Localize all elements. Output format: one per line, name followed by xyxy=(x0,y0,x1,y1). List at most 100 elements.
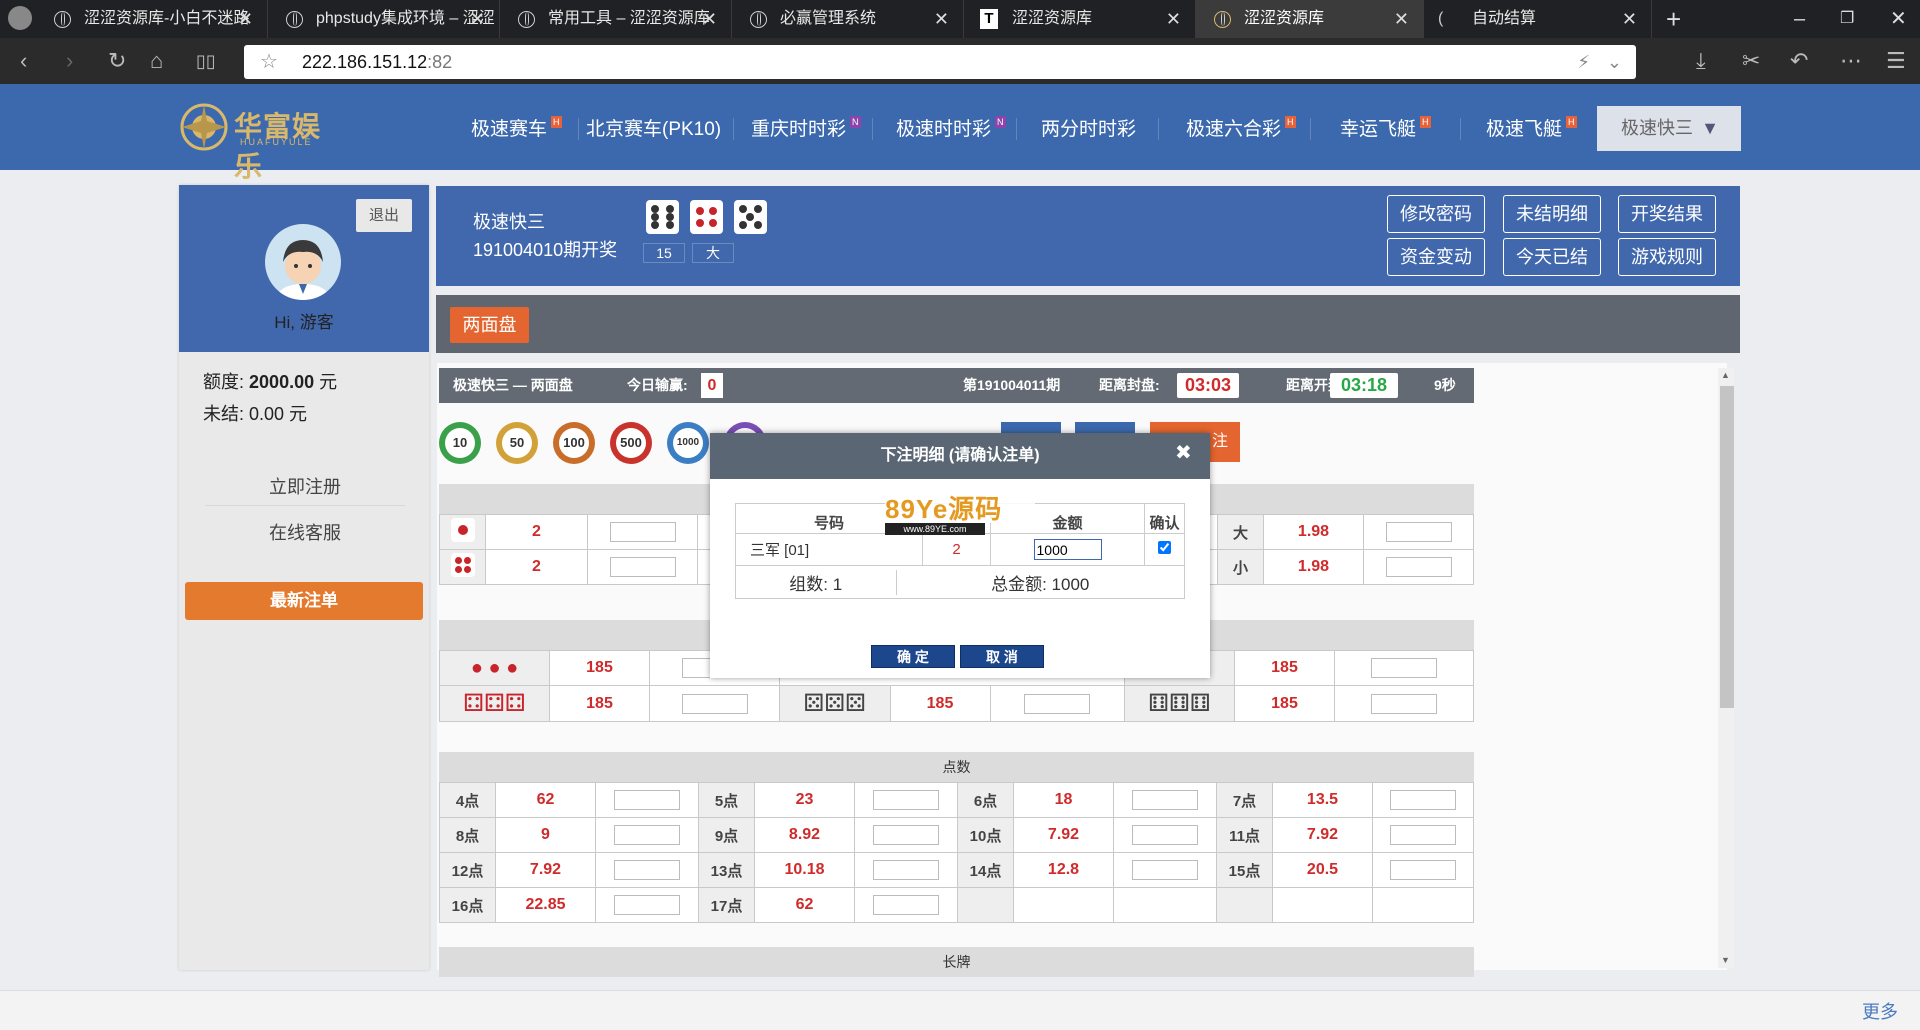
chip-50[interactable]: 50 xyxy=(496,422,538,464)
amount-input[interactable] xyxy=(1024,693,1091,714)
star-icon[interactable]: ☆ xyxy=(260,45,278,79)
amount-input[interactable] xyxy=(1385,557,1452,577)
amount-input[interactable] xyxy=(614,895,680,915)
browser-tab-4[interactable]: 必赢管理系统 ✕ xyxy=(732,0,964,38)
confirm-cell[interactable] xyxy=(1144,533,1185,566)
fund-changes-button[interactable]: 资金变动 xyxy=(1387,238,1485,276)
refresh-countdown[interactable]: 9秒 xyxy=(1434,368,1456,403)
amount-input[interactable] xyxy=(1390,790,1456,810)
menu-item-chongqing[interactable]: 重庆时时彩 N xyxy=(751,114,861,141)
scissors-icon[interactable]: ✂ xyxy=(1742,48,1760,74)
amount-input[interactable] xyxy=(1132,825,1198,845)
browser-tab-3[interactable]: 常用工具 – 涩涩资源库 ✕ xyxy=(500,0,732,38)
close-tab-icon[interactable]: ✕ xyxy=(238,0,253,38)
confirm-button[interactable]: 确 定 xyxy=(871,645,955,668)
cancel-button[interactable]: 取 消 xyxy=(960,645,1044,668)
browser-tab-1[interactable]: 涩涩资源库-小白不迷路 ✕ xyxy=(36,0,268,38)
amount-cell[interactable] xyxy=(1334,685,1474,722)
game-rules-button[interactable]: 游戏规则 xyxy=(1618,238,1716,276)
browser-tab-7[interactable]: (自动结算 ✕ xyxy=(1424,0,1652,38)
more-link[interactable]: 更多 xyxy=(1862,998,1898,1024)
amount-input[interactable] xyxy=(1033,539,1102,560)
home-icon[interactable]: ⌂ xyxy=(150,48,163,74)
close-tab-icon[interactable]: ✕ xyxy=(1166,0,1181,38)
scroll-down-icon[interactable]: ▼ xyxy=(1721,955,1730,965)
window-close-icon[interactable]: ✕ xyxy=(1890,0,1907,38)
reader-icon[interactable]: ▯▯ xyxy=(196,51,216,72)
close-tab-icon[interactable]: ✕ xyxy=(470,0,485,38)
menu-item-liuhecai[interactable]: 极速六合彩 H xyxy=(1186,114,1296,141)
amount-input[interactable] xyxy=(1132,790,1198,810)
reload-icon[interactable]: ↻ xyxy=(108,48,126,74)
close-tab-icon[interactable]: ✕ xyxy=(702,0,717,38)
browser-tab-2[interactable]: phpstudy集成环境 – 涩涩 ✕ xyxy=(268,0,500,38)
browser-tab-6[interactable]: 涩涩资源库 ✕ xyxy=(1196,0,1424,38)
address-field[interactable]: ☆ 222.186.151.12:82 ⚡ ⌄ xyxy=(244,45,1636,79)
close-tab-icon[interactable]: ✕ xyxy=(1622,0,1637,38)
scroll-up-icon[interactable]: ▲ xyxy=(1721,370,1730,380)
menu-item-xingyunfeiting[interactable]: 幸运飞艇 H xyxy=(1340,114,1431,141)
download-icon[interactable]: ⤓ xyxy=(1696,48,1706,74)
change-password-button[interactable]: 修改密码 xyxy=(1387,195,1485,233)
amount-input[interactable] xyxy=(1371,658,1437,678)
new-tab-icon[interactable]: + xyxy=(1666,0,1681,38)
amount-input[interactable] xyxy=(873,825,939,845)
logout-button[interactable]: 退出 xyxy=(356,199,412,232)
amount-input[interactable] xyxy=(681,693,748,714)
forward-icon[interactable]: › xyxy=(66,48,73,74)
chip-1000[interactable]: 1000 xyxy=(667,422,709,464)
chip-10[interactable]: 10 xyxy=(439,422,481,464)
amount-input[interactable] xyxy=(614,825,680,845)
menu-item-pk10[interactable]: 北京赛车(PK10) xyxy=(586,114,721,141)
amount-input[interactable] xyxy=(1390,860,1456,880)
amount-input[interactable] xyxy=(1132,860,1198,880)
amount-input[interactable] xyxy=(609,557,676,577)
amount-input[interactable] xyxy=(1385,522,1452,542)
menu-item-liangfen[interactable]: 两分时时彩 xyxy=(1041,114,1136,141)
customer-service-link[interactable]: 在线客服 xyxy=(205,519,405,545)
back-icon[interactable]: ‹ xyxy=(20,48,27,74)
chip-500[interactable]: 500 xyxy=(610,422,652,464)
amount-cell[interactable] xyxy=(990,533,1145,566)
browser-tab-5[interactable]: T 涩涩资源库 ✕ xyxy=(964,0,1196,38)
chip-100[interactable]: 100 xyxy=(553,422,595,464)
unsettled-details-button[interactable]: 未结明细 xyxy=(1503,195,1601,233)
amount-input[interactable] xyxy=(614,790,680,810)
game-dropdown[interactable]: 极速快三 ▼ xyxy=(1597,106,1741,151)
amount-cell[interactable] xyxy=(649,685,780,722)
confirm-checkbox[interactable] xyxy=(1158,541,1171,554)
tab-liangmianpan[interactable]: 两面盘 xyxy=(450,307,529,343)
close-tab-icon[interactable]: ✕ xyxy=(934,0,949,38)
amount-input[interactable] xyxy=(1371,693,1437,714)
sidebar-icon[interactable]: ☰ xyxy=(1886,48,1906,74)
latest-bets-button[interactable]: 最新注单 xyxy=(185,582,423,620)
amount-input[interactable] xyxy=(614,860,680,880)
register-link[interactable]: 立即注册 xyxy=(205,473,405,499)
amount-input[interactable] xyxy=(873,860,939,880)
menu-item-jisufeiting[interactable]: 极速飞艇 H xyxy=(1486,114,1577,141)
scrollbar-thumb[interactable] xyxy=(1720,386,1734,708)
restore-icon[interactable]: ❐ xyxy=(1840,0,1854,38)
amount-cell[interactable] xyxy=(989,686,1124,721)
more-menu-icon[interactable]: ⋯ xyxy=(1840,48,1862,74)
lightning-icon[interactable]: ⚡ xyxy=(1577,45,1590,79)
close-tab-icon[interactable]: ✕ xyxy=(1394,0,1409,38)
amount-input[interactable] xyxy=(1390,825,1456,845)
amount-cell[interactable] xyxy=(1363,514,1474,550)
menu-item-jisusaiche[interactable]: 极速赛车 H xyxy=(471,114,562,141)
amount-cell[interactable] xyxy=(1334,650,1474,686)
site-logo[interactable]: 华富娱乐 HUAFUYULE xyxy=(178,101,333,182)
amount-cell[interactable] xyxy=(587,549,698,585)
settled-today-button[interactable]: 今天已结 xyxy=(1503,238,1601,276)
amount-input[interactable] xyxy=(873,790,939,810)
amount-cell[interactable] xyxy=(1363,549,1474,585)
close-icon[interactable]: ✖ xyxy=(1175,440,1192,465)
amount-cell[interactable] xyxy=(587,514,698,550)
chevron-down-icon[interactable]: ⌄ xyxy=(1607,45,1622,79)
minimize-icon[interactable]: – xyxy=(1794,0,1805,38)
amount-input[interactable] xyxy=(609,522,676,542)
draw-results-button[interactable]: 开奖结果 xyxy=(1618,195,1716,233)
menu-item-jisushishicai[interactable]: 极速时时彩 N xyxy=(896,114,1006,141)
undo-icon[interactable]: ↶ xyxy=(1790,48,1808,74)
profile-avatar[interactable] xyxy=(8,6,32,30)
